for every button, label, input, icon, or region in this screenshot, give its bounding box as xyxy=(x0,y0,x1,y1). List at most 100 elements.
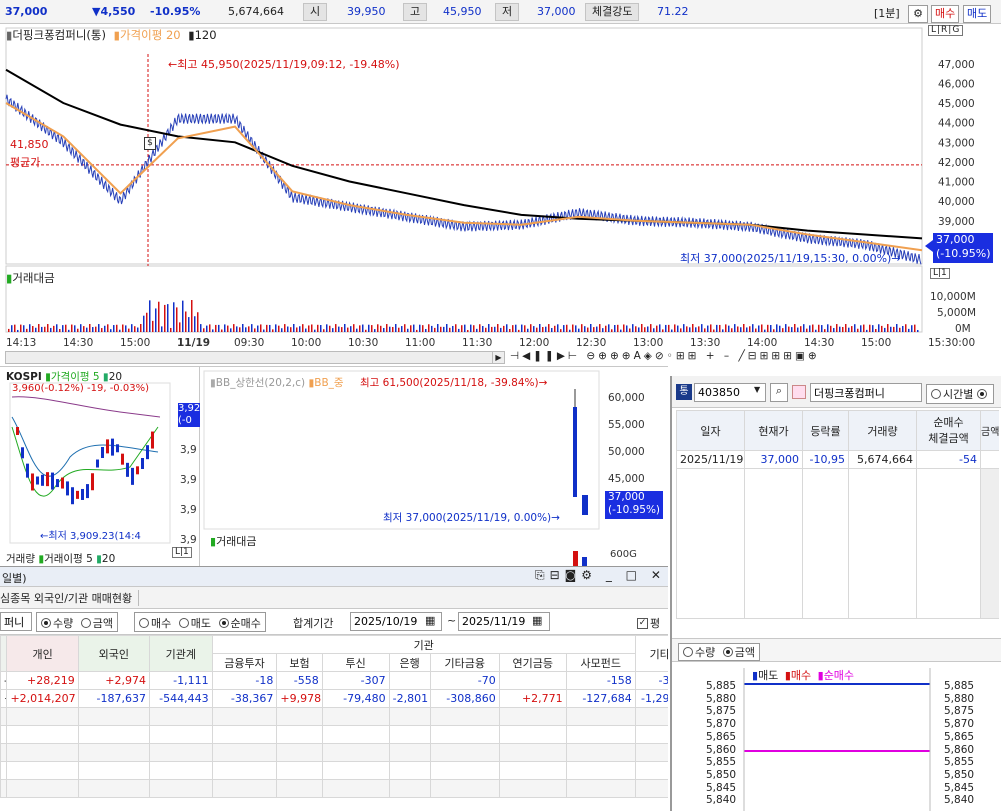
volume-bar xyxy=(227,325,229,332)
opt-sell-label[interactable]: 매도 xyxy=(191,617,211,630)
kospi-candle xyxy=(76,490,79,499)
opt-qty-label[interactable]: 수량 xyxy=(53,617,73,630)
kospi-ma-purple xyxy=(11,396,161,418)
volume-bar xyxy=(482,325,484,332)
buy-button[interactable]: 매수 xyxy=(931,5,960,23)
time-radio[interactable]: 시간별 xyxy=(926,384,994,404)
stock-daily-mini-chart[interactable]: ▮BB_상한선(20,2,c) ▮BB_중 최고 61,500(2025/11/… xyxy=(200,367,668,567)
bb-mid-legend: BB_중 xyxy=(314,377,344,389)
kospi-candle xyxy=(61,477,64,489)
volume-bar xyxy=(725,324,727,332)
high-annotation: ←최고 45,950(2025/11/19,09:12, -19.48%) xyxy=(168,58,400,71)
table-row[interactable]: 2025/11/19 37,000 -10,95 5,674,664 -54 xyxy=(676,450,999,469)
volume-bar xyxy=(377,324,379,332)
volume-bar xyxy=(92,327,94,332)
volume-bar xyxy=(707,325,709,332)
opt-amt-label[interactable]: 금액 xyxy=(93,617,113,630)
table-row[interactable]: - +28,219 +2,974 -1,111 -18 -558 -307 -7… xyxy=(0,671,668,690)
volume-corner-tabs[interactable]: L|1 xyxy=(930,268,950,279)
volume-bar xyxy=(437,324,439,332)
volume-bar xyxy=(572,324,574,332)
kospi-candle xyxy=(51,472,54,490)
volume-bar xyxy=(296,327,298,332)
opt-buy-label[interactable]: 매수 xyxy=(151,617,171,630)
volume-bar xyxy=(254,328,256,332)
volume-bar xyxy=(335,324,337,332)
volume-bar xyxy=(140,324,142,332)
volume-bar xyxy=(212,329,214,332)
tab-investor-trading[interactable]: 심종목 외국인/기관 매매현황 xyxy=(0,590,140,606)
volume-bar xyxy=(785,324,787,332)
kospi-candle xyxy=(31,473,34,491)
volume-bar xyxy=(71,324,73,332)
volume-bar xyxy=(653,328,655,332)
net-buy-chart[interactable]: ▮매도 ▮매수 ▮순매수 5,885 5,880 5,875 5,870 5,865 5,… xyxy=(672,664,1001,811)
volume-bar xyxy=(350,326,352,332)
main-price-chart[interactable]: 47,000 46,000 45,000 44,000 43,000 42,000 41,0… xyxy=(0,24,1001,366)
x-axis-label: 15:30:00 xyxy=(928,337,975,349)
volume-bar xyxy=(836,324,838,332)
calendar-icon[interactable]: ▦ xyxy=(425,614,435,627)
kospi-corner-tabs[interactable]: L|1 xyxy=(172,547,192,558)
opt-net-label[interactable]: 순매수 xyxy=(231,617,261,630)
volume-bar xyxy=(110,329,112,332)
qty-amt-radio[interactable]: 수량 금액 xyxy=(678,643,760,661)
col-price: 현재가 xyxy=(744,410,803,451)
y-axis-label: 47,000 xyxy=(938,59,975,71)
volume-bar xyxy=(860,325,862,332)
volume-bar xyxy=(410,325,412,332)
volume-bar xyxy=(503,325,505,332)
volume-bar xyxy=(188,317,190,332)
volume-bar xyxy=(116,324,118,332)
volume-bar xyxy=(887,324,889,332)
volume-bar xyxy=(368,324,370,332)
code-dropdown-icon[interactable]: ▼ xyxy=(754,385,760,394)
search-icon[interactable]: ⌕ xyxy=(770,383,788,402)
table-row[interactable]: + +2,014,207 -187,637 -544,443 -38,367 +… xyxy=(0,689,668,708)
window-controls[interactable]: ⎘⊟◙⚙ _ □ ✕ xyxy=(535,568,666,583)
volume-bar xyxy=(518,329,520,332)
volume-bar xyxy=(833,328,835,332)
x-axis-label: 15:00 xyxy=(861,337,891,349)
volume-bar xyxy=(779,325,781,332)
volume-bar xyxy=(401,326,403,332)
volume-bar xyxy=(587,327,589,332)
volume-axis-label: 10,000M xyxy=(930,291,976,303)
settings-gear-icon[interactable]: ⚙ xyxy=(908,5,928,23)
volume-bar xyxy=(899,327,901,332)
volume-bar xyxy=(224,324,226,332)
volume-bar xyxy=(275,324,277,332)
volume-bar xyxy=(824,329,826,332)
chart-scrollbar[interactable]: ▶ xyxy=(5,351,505,364)
volume-bar xyxy=(47,324,49,332)
chart-corner-tabs[interactable]: L|R|G xyxy=(928,25,964,36)
col-insurance: 보험 xyxy=(276,653,323,672)
volume-bar xyxy=(83,326,85,332)
calendar-icon[interactable]: ▦ xyxy=(532,614,542,627)
buy-sell-toggle[interactable]: 매수 매도 순매수 xyxy=(134,612,266,632)
scroll-right-icon[interactable]: ▶ xyxy=(492,352,504,363)
kospi-mini-chart[interactable]: KOSPI ▮가격이평 5 ▮20 3,960(-0.12%) -19, -0.… xyxy=(0,367,200,567)
qty-amt-toggle[interactable]: 수량 금액 xyxy=(36,612,118,632)
volume-bar xyxy=(194,316,196,332)
stock-name-field[interactable] xyxy=(0,612,32,631)
avg-checkbox[interactable]: ✓ 평 xyxy=(637,615,660,631)
volume-bar xyxy=(443,326,445,332)
volume-bar xyxy=(491,326,493,332)
signal-marker-icon[interactable]: $ xyxy=(144,137,156,150)
volume-bar xyxy=(8,328,10,332)
sell-button[interactable]: 매도 xyxy=(963,5,992,23)
col-inst-total: 기관계 xyxy=(148,635,213,672)
interval-selector[interactable]: [1분] xyxy=(874,5,900,21)
main-chart-svg: 47,000 46,000 45,000 44,000 43,000 42,000 41,0… xyxy=(5,27,976,349)
net-right-axis: 5,885 5,880 5,875 5,870 5,865 5,860 5,855 5,850… xyxy=(944,680,975,807)
volume-bar xyxy=(149,300,151,332)
volume-bar xyxy=(260,324,262,332)
volume-bar xyxy=(536,327,538,332)
chart-toolbar[interactable]: ⊣◀❚❚▶⊢ ⊖⊕⊕⊕A◈⊘◦⊞⊞ + – ╱⊟⊞⊞⊞▣⊕ xyxy=(510,350,820,362)
favorite-icon[interactable] xyxy=(792,385,806,399)
kospi-candle xyxy=(126,462,129,477)
low-label: 저 xyxy=(495,3,520,21)
window-titlebar: 일별) ⎘⊟◙⚙ _ □ ✕ xyxy=(0,567,668,587)
col-pension: 연기금등 xyxy=(498,653,567,672)
